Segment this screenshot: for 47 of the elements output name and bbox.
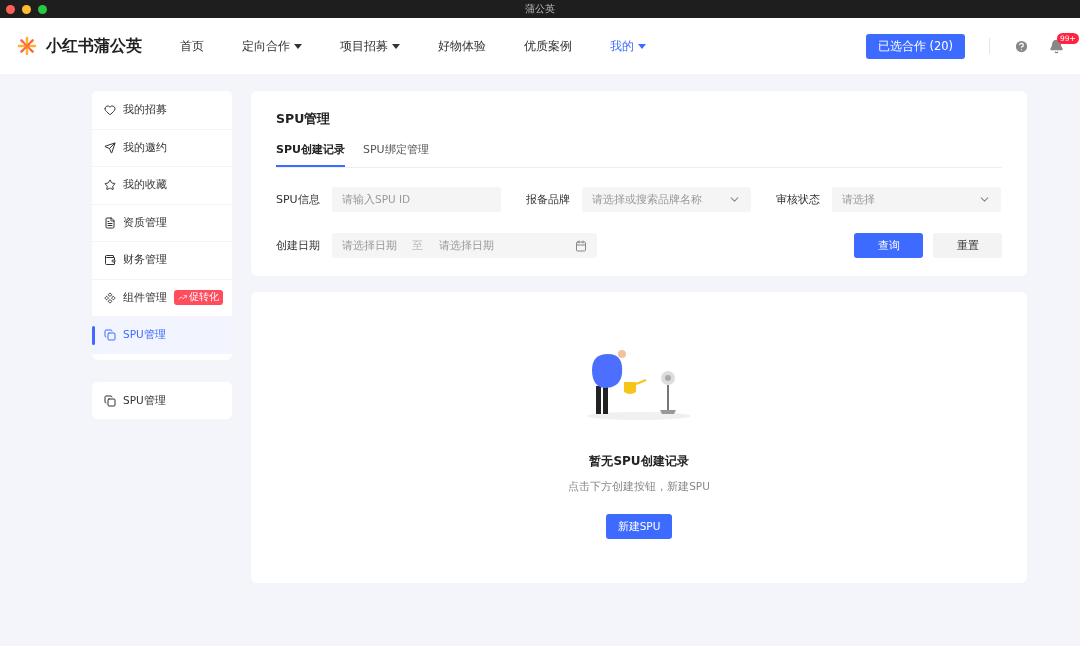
tab[interactable]: SPU创建记录 — [276, 138, 345, 167]
reset-button[interactable]: 重置 — [933, 233, 1002, 258]
sidebar-item-label: 我的邀约 — [123, 140, 167, 155]
trend-up-icon — [178, 293, 187, 303]
star-icon — [104, 179, 116, 192]
sidebar-item-label: 我的招募 — [123, 103, 167, 118]
doc-icon — [104, 216, 116, 229]
sidebar-item-label: 组件管理 — [123, 290, 167, 305]
heart-icon — [104, 104, 116, 117]
window-title: 蒲公英 — [525, 2, 555, 16]
filter-label: 审核状态 — [776, 192, 821, 207]
help-icon[interactable] — [1014, 38, 1029, 54]
close-dot[interactable] — [6, 4, 15, 14]
component-icon — [104, 291, 116, 304]
page-title: SPU管理 — [276, 111, 332, 128]
sidebar-item-label: 资质管理 — [123, 215, 167, 230]
sidebar-item[interactable]: SPU管理 — [92, 316, 232, 354]
empty-title: 暂无SPU创建记录 — [589, 453, 689, 470]
logo-text: 小红书蒲公英 — [46, 35, 142, 57]
nav-link[interactable]: 优质案例 — [524, 38, 572, 54]
sidebar-item-label: SPU管理 — [123, 393, 166, 408]
calendar-icon — [574, 239, 587, 252]
nav-link[interactable]: 项目招募 — [340, 38, 400, 54]
nav-link[interactable]: 首页 — [180, 38, 204, 54]
filter-label: 报备品牌 — [526, 192, 571, 207]
new-spu-button[interactable]: 新建SPU — [605, 514, 673, 539]
sidebar-item-label: SPU管理 — [123, 328, 166, 343]
minimize-dot[interactable] — [22, 4, 31, 14]
send-icon — [104, 141, 116, 154]
copy-icon — [104, 329, 116, 342]
filter-label: SPU信息 — [276, 192, 321, 207]
filter-label: 创建日期 — [276, 238, 321, 253]
promo-tag: 促转化 — [174, 290, 223, 306]
nav-link[interactable]: 好物体验 — [438, 38, 486, 54]
wallet-icon — [104, 254, 116, 267]
nav-link[interactable]: 我的 — [610, 38, 646, 54]
active-indicator — [92, 326, 95, 345]
sidebar-item-label: 我的收藏 — [123, 178, 167, 193]
sidebar-item-label: 财务管理 — [123, 253, 167, 268]
copy-icon — [104, 394, 116, 407]
empty-hint: 点击下方创建按钮，新建SPU — [568, 480, 710, 494]
tab[interactable]: SPU绑定管理 — [362, 138, 429, 167]
selected-collab-button[interactable]: 已选合作 (20) — [865, 33, 965, 59]
query-button[interactable]: 查询 — [854, 233, 924, 258]
maximize-dot[interactable] — [38, 4, 47, 14]
nav-link[interactable]: 定向合作 — [242, 38, 302, 54]
logo-icon — [16, 35, 38, 57]
